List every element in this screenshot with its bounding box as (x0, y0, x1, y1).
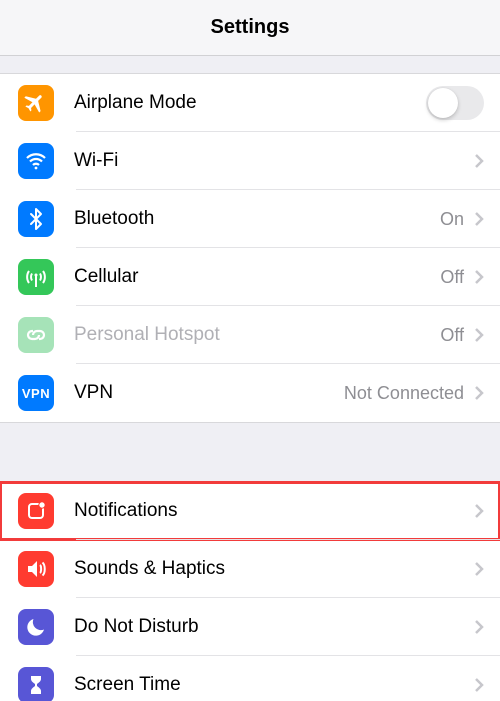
bluetooth-icon (18, 201, 54, 237)
settings-group-notifications: Notifications Sounds & Haptics Do Not Di… (0, 482, 500, 701)
row-label: Do Not Disturb (74, 616, 474, 638)
row-vpn[interactable]: VPN VPN Not Connected (0, 364, 500, 422)
chevron-right-icon (474, 327, 484, 343)
row-wifi[interactable]: Wi-Fi (0, 132, 500, 190)
airplane-toggle[interactable] (426, 86, 484, 120)
page-title: Settings (211, 16, 290, 39)
chevron-right-icon (474, 561, 484, 577)
row-personal-hotspot[interactable]: Personal Hotspot Off (0, 306, 500, 364)
wifi-icon (18, 143, 54, 179)
antenna-icon (18, 259, 54, 295)
row-label: Screen Time (74, 674, 474, 696)
row-value: Off (440, 325, 464, 346)
row-airplane-mode[interactable]: Airplane Mode (0, 74, 500, 132)
row-bluetooth[interactable]: Bluetooth On (0, 190, 500, 248)
settings-group-network: Airplane Mode Wi-Fi Bluetooth On Cellula… (0, 74, 500, 422)
airplane-icon (18, 85, 54, 121)
row-notifications[interactable]: Notifications (0, 482, 500, 540)
row-cellular[interactable]: Cellular Off (0, 248, 500, 306)
section-gap (0, 56, 500, 74)
row-value: On (440, 209, 464, 230)
row-label: VPN (74, 382, 344, 404)
speaker-icon (18, 551, 54, 587)
row-label: Notifications (74, 500, 474, 522)
section-gap (0, 422, 500, 482)
row-label: Bluetooth (74, 208, 440, 230)
row-sounds-haptics[interactable]: Sounds & Haptics (0, 540, 500, 598)
chevron-right-icon (474, 503, 484, 519)
chevron-right-icon (474, 211, 484, 227)
row-label: Wi-Fi (74, 150, 464, 172)
notifications-icon (18, 493, 54, 529)
chevron-right-icon (474, 619, 484, 635)
row-label: Sounds & Haptics (74, 558, 474, 580)
row-do-not-disturb[interactable]: Do Not Disturb (0, 598, 500, 656)
chevron-right-icon (474, 385, 484, 401)
row-value: Not Connected (344, 383, 464, 404)
row-label: Personal Hotspot (74, 324, 440, 346)
row-value: Off (440, 267, 464, 288)
row-screen-time[interactable]: Screen Time (0, 656, 500, 701)
chevron-right-icon (474, 269, 484, 285)
chevron-right-icon (474, 153, 484, 169)
link-icon (18, 317, 54, 353)
row-label: Airplane Mode (74, 92, 426, 114)
row-label: Cellular (74, 266, 440, 288)
moon-icon (18, 609, 54, 645)
chevron-right-icon (474, 677, 484, 693)
vpn-icon: VPN (18, 375, 54, 411)
settings-header: Settings (0, 0, 500, 56)
hourglass-icon (18, 667, 54, 701)
